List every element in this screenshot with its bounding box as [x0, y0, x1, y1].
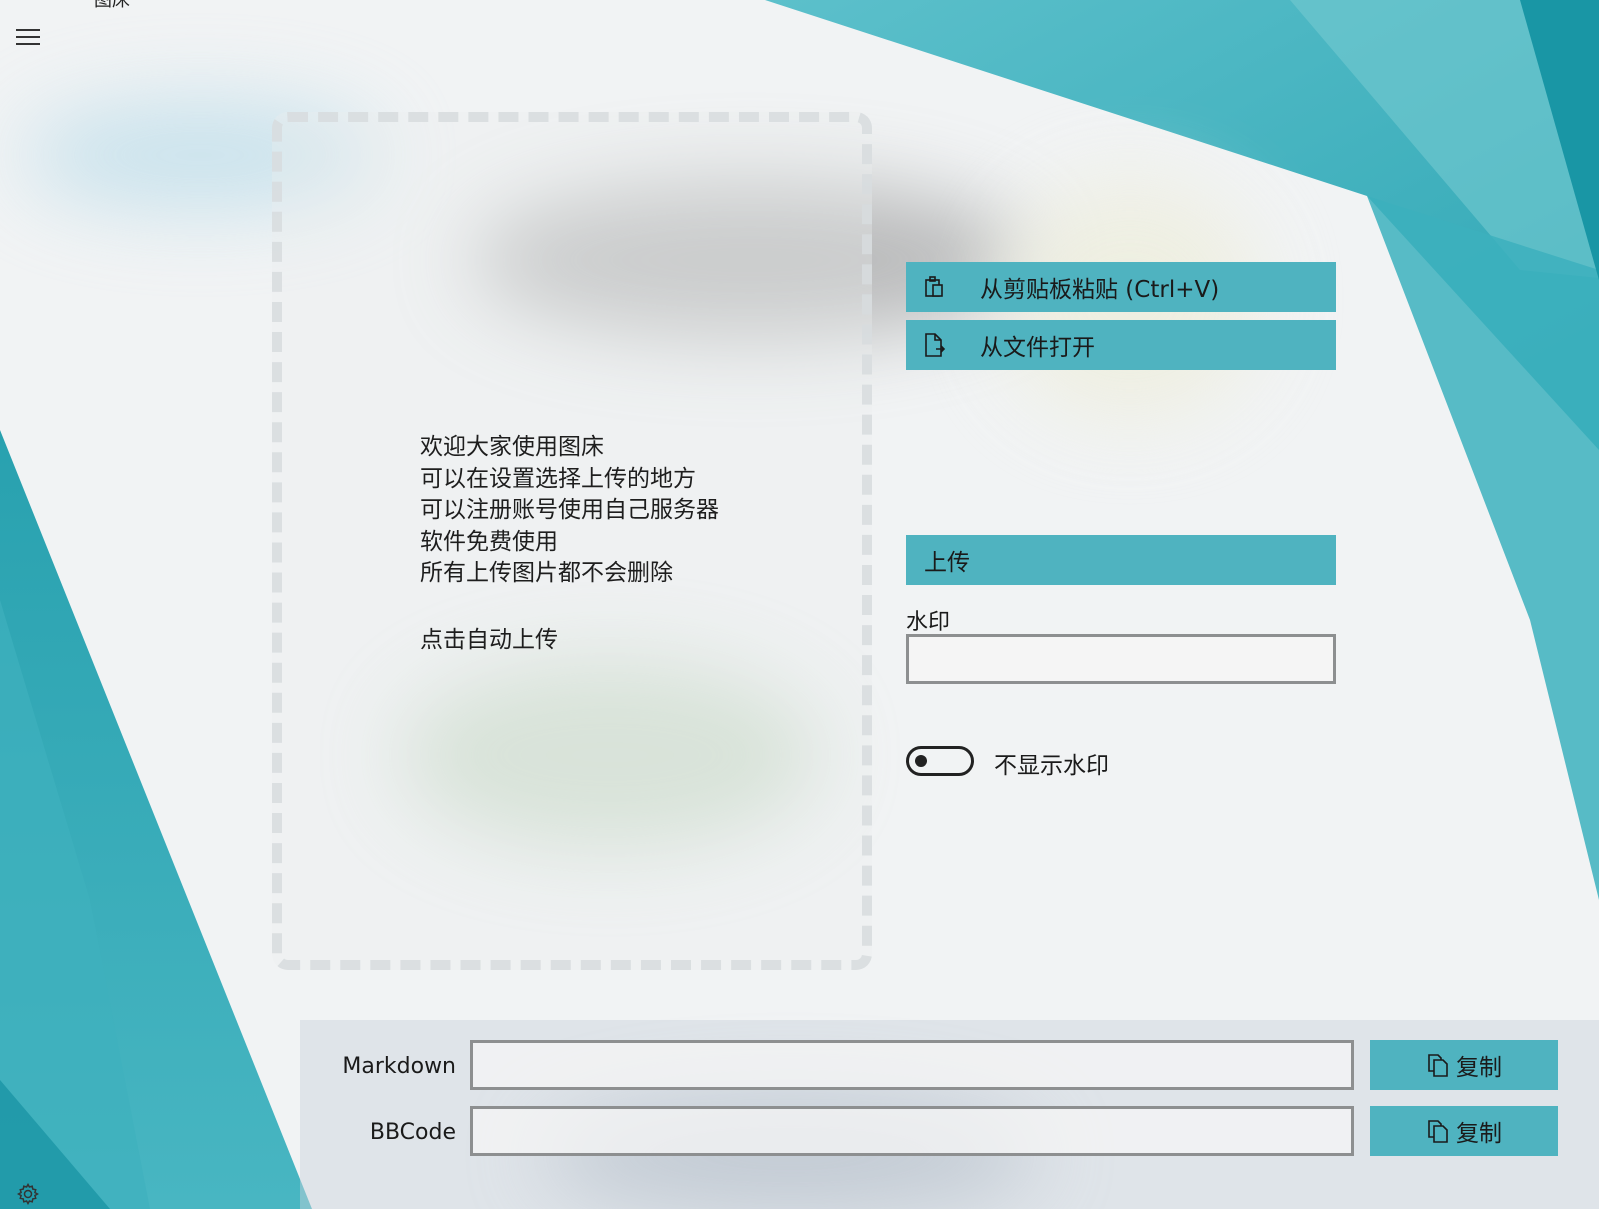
paste-from-clipboard-button[interactable]: 从剪贴板粘贴 (Ctrl+V) [906, 262, 1336, 312]
toggle-knob [915, 755, 927, 767]
upload-button-label: 上传 [924, 550, 970, 576]
clipboard-icon [922, 275, 958, 299]
intro-line: 欢迎大家使用图床 [420, 434, 604, 460]
app-window: 图床 欢迎大家使用图床 可以在设置选择上传的地方 可以注册账号使用自己服务器 软… [0, 0, 1599, 1209]
intro-line: 可以在设置选择上传的地方 [420, 465, 696, 492]
watermark-input[interactable] [906, 634, 1336, 684]
open-file-icon [922, 332, 958, 358]
copy-icon [1428, 1120, 1448, 1143]
intro-line: 所有上传图片都不会删除 [420, 560, 673, 586]
intro-text: 欢迎大家使用图床 可以在设置选择上传的地方 可以注册账号使用自己服务器 软件免费… [420, 432, 719, 590]
bbcode-output-field[interactable] [470, 1106, 1354, 1156]
hamburger-line [16, 29, 40, 31]
watermark-label: 水印 [906, 610, 951, 635]
copy-button-label: 复制 [1456, 1055, 1502, 1081]
auto-upload-hint[interactable]: 点击自动上传 [420, 620, 558, 654]
copy-icon [1428, 1054, 1448, 1077]
hide-watermark-toggle-label: 不显示水印 [994, 753, 1109, 779]
open-file-button-label: 从文件打开 [980, 335, 1095, 361]
intro-line: 可以注册账号使用自己服务器 [420, 497, 719, 523]
hamburger-line [16, 43, 40, 45]
settings-gear-icon[interactable] [16, 1182, 40, 1206]
open-from-file-button[interactable]: 从文件打开 [906, 320, 1336, 370]
intro-line: 软件免费使用 [420, 528, 558, 555]
hamburger-menu-icon[interactable] [14, 26, 42, 48]
hide-watermark-toggle[interactable] [906, 746, 974, 776]
markdown-label: Markdown [342, 1054, 456, 1079]
copy-bbcode-button[interactable]: 复制 [1370, 1106, 1558, 1156]
paste-button-label: 从剪贴板粘贴 (Ctrl+V) [980, 277, 1220, 303]
markdown-output-field[interactable] [470, 1040, 1354, 1090]
hamburger-line [16, 36, 40, 38]
bbcode-label: BBCode [369, 1120, 456, 1145]
app-title: 图床 [94, 0, 130, 11]
upload-button[interactable]: 上传 [906, 535, 1336, 585]
copy-button-label: 复制 [1456, 1121, 1502, 1147]
copy-markdown-button[interactable]: 复制 [1370, 1040, 1558, 1090]
